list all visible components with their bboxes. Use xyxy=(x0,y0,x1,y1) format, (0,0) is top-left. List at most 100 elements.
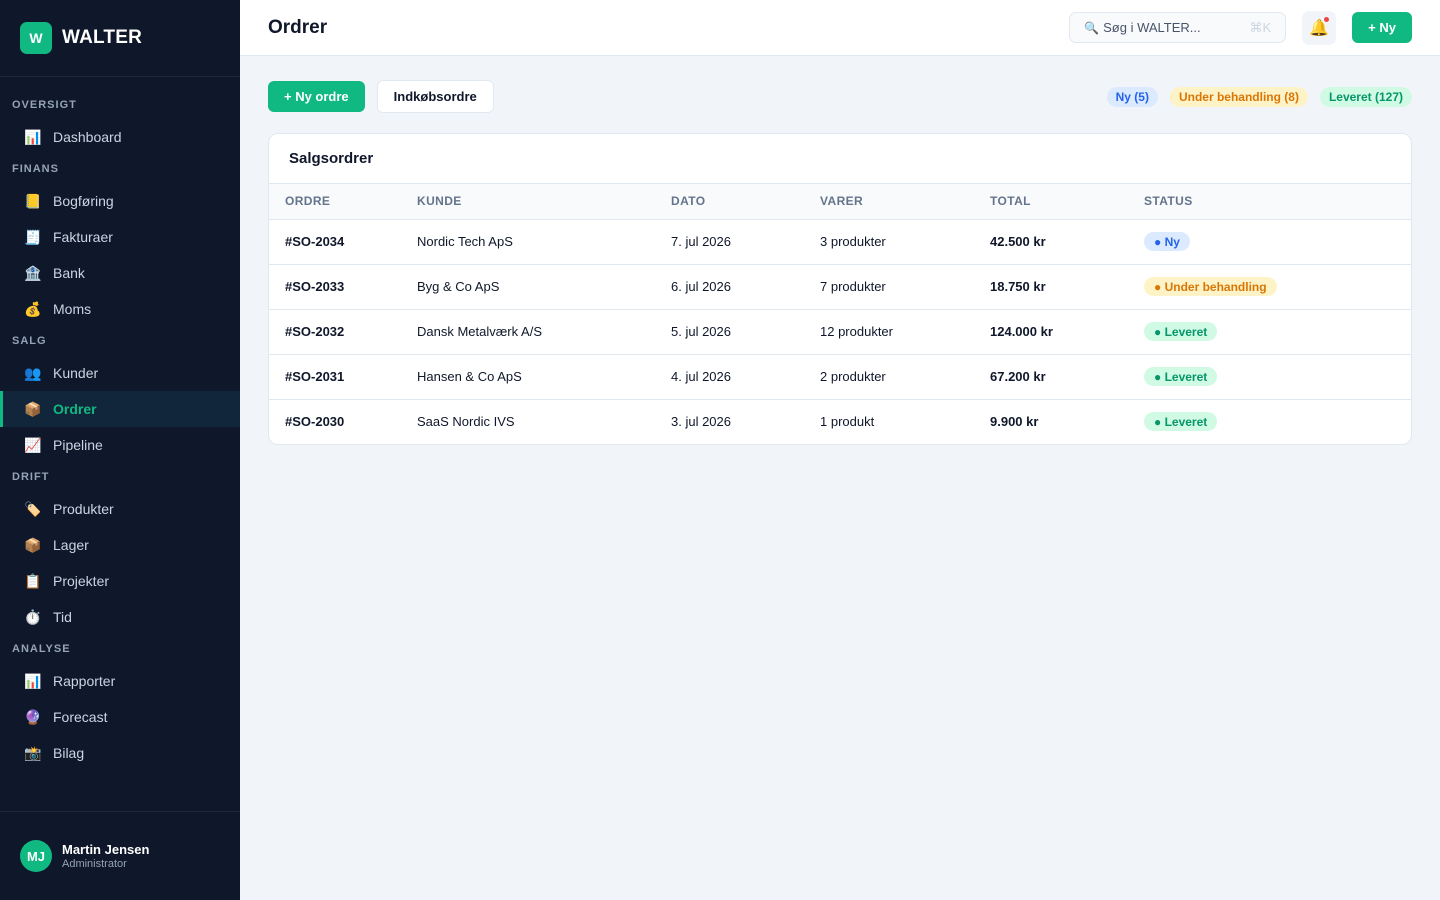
sidebar-item-pipeline[interactable]: 📈 Pipeline xyxy=(0,427,240,463)
package-icon: 📦 xyxy=(24,400,42,417)
filter-chip[interactable]: Ny (5) xyxy=(1106,86,1158,107)
sidebar-item-ordrer[interactable]: 📦 Ordrer xyxy=(0,391,240,427)
chart-icon: 📊 xyxy=(24,672,42,689)
topbar-actions: 🔍 Søg i WALTER... ⌘K 🔔 + Ny xyxy=(1069,10,1412,45)
order-total: 18.750 kr xyxy=(990,264,1144,310)
sidebar-item-bogføring[interactable]: 📒 Bogføring xyxy=(0,183,240,219)
crystal-ball-icon: 🔮 xyxy=(24,708,42,725)
order-total: 9.900 kr xyxy=(990,414,1039,430)
order-actions: + Ny ordre Indkøbsordre Ny (5) Under beha… xyxy=(268,80,1412,113)
purchase-orders-button[interactable]: Indkøbsordre xyxy=(376,80,494,113)
sidebar-item-forecast[interactable]: 🔮 Forecast xyxy=(0,699,240,735)
clipboard-icon: 📋 xyxy=(24,572,42,589)
filter-chip[interactable]: Under behandling (8) xyxy=(1169,86,1308,107)
filter-chip[interactable]: Leveret (127) xyxy=(1319,86,1412,107)
customer-name: Hansen & Co ApS xyxy=(417,354,671,400)
stopwatch-icon: ⏱️ xyxy=(24,608,42,625)
status-cell: ● Leveret xyxy=(1144,354,1411,400)
nav-section-label: ANALYSE xyxy=(12,643,71,655)
status-cell: ● Ny xyxy=(1144,219,1411,265)
new-order-button[interactable]: + Ny ordre xyxy=(268,81,365,112)
order-date: 6. jul 2026 xyxy=(671,264,820,310)
item-count: 1 produkt xyxy=(820,414,875,430)
sidebar-item-label: Lager xyxy=(53,537,89,553)
sidebar-item-lager[interactable]: 📦 Lager xyxy=(0,527,240,563)
nav-section-label: DRIFT xyxy=(12,471,50,483)
order-id: #SO-2032 xyxy=(269,309,417,355)
table-row[interactable]: #SO-2033 Byg & Co ApS 6. jul 2026 7 produkt… xyxy=(269,264,1411,310)
brand[interactable]: W WALTER xyxy=(0,0,240,77)
sidebar-item-moms[interactable]: 💰 Moms xyxy=(0,291,240,327)
order-date: 3. jul 2026 xyxy=(671,414,731,430)
item-count: 2 produkter xyxy=(820,354,990,400)
sidebar-item-label: Fakturaer xyxy=(53,229,113,245)
table-row[interactable]: #SO-2034 Nordic Tech ApS 7. jul 2026 3 prod… xyxy=(269,219,1411,265)
orders-table-body: #SO-2034 Nordic Tech ApS 7. jul 2026 3 prod… xyxy=(269,219,1411,444)
money-bag-icon: 💰 xyxy=(24,300,42,317)
customer-name: Nordic Tech ApS xyxy=(417,219,671,265)
customer-name: SaaS Nordic IVS xyxy=(417,414,515,430)
order-total: 67.200 kr xyxy=(990,354,1144,400)
chart-icon: 📊 xyxy=(24,128,42,145)
sidebar-item-produkter[interactable]: 🏷️ Produkter xyxy=(0,491,240,527)
notifications-button[interactable]: 🔔 xyxy=(1302,10,1337,45)
user-profile[interactable]: MJ Martin Jensen Administrator xyxy=(0,811,240,900)
order-id: #SO-2034 xyxy=(269,219,417,265)
item-count: 7 produkter xyxy=(820,264,990,310)
sidebar-item-bank[interactable]: 🏦 Bank xyxy=(0,255,240,291)
column-header-date[interactable]: DATO xyxy=(671,184,820,220)
column-header-order[interactable]: ORDRE xyxy=(269,184,417,220)
sidebar: W WALTER OVERSIGT 📊 Dashboard FINANS 📒 Bogfør… xyxy=(0,0,240,900)
avatar: MJ xyxy=(20,840,52,872)
sidebar-item-rapporter[interactable]: 📊 Rapporter xyxy=(0,663,240,699)
sidebar-item-bilag[interactable]: 📸 Bilag xyxy=(0,735,240,771)
search-icon: 🔍 xyxy=(1084,20,1100,35)
sidebar-item-dashboard[interactable]: 📊 Dashboard xyxy=(0,119,240,155)
sidebar-item-fakturaer[interactable]: 🧾 Fakturaer xyxy=(0,219,240,255)
app-logo: W xyxy=(20,22,52,54)
sidebar-item-kunder[interactable]: 👥 Kunder xyxy=(0,355,240,391)
column-header-items[interactable]: VARER xyxy=(820,184,990,220)
user-meta: Martin Jensen Administrator xyxy=(62,842,149,870)
nav-section-label: SALG xyxy=(12,335,47,347)
sales-orders-card: Salgsordrer ORDRE KUNDE DATO VARER TOTAL… xyxy=(268,133,1412,445)
receipt-icon: 🧾 xyxy=(24,228,42,245)
table-row[interactable]: #SO-2032 Dansk Metalværk A/S 5. jul 2026 12… xyxy=(269,309,1411,355)
sidebar-item-label: Tid xyxy=(53,609,72,625)
bank-icon: 🏦 xyxy=(24,264,42,281)
sidebar-nav: OVERSIGT 📊 Dashboard FINANS 📒 Bogføring 🧾 Faktu… xyxy=(0,77,240,771)
new-button[interactable]: + Ny xyxy=(1352,12,1412,43)
sidebar-item-tid[interactable]: ⏱️ Tid xyxy=(0,599,240,635)
status-cell: ● Leveret xyxy=(1144,399,1411,444)
orders-table: ORDRE KUNDE DATO VARER TOTAL STATUS #SO-… xyxy=(269,184,1411,444)
order-id: #SO-2033 xyxy=(269,264,417,310)
order-total: 42.500 kr xyxy=(990,219,1144,265)
table-header-row: ORDRE KUNDE DATO VARER TOTAL STATUS xyxy=(269,184,1411,220)
status-badge: ● Ny xyxy=(1144,232,1190,251)
user-name: Martin Jensen xyxy=(62,842,150,857)
camera-icon: 📸 xyxy=(24,744,42,761)
nav-section-label: OVERSIGT xyxy=(12,99,77,111)
search-placeholder: Søg i WALTER... xyxy=(1103,20,1201,35)
order-date: 5. jul 2026 xyxy=(671,309,820,355)
column-header-status[interactable]: STATUS xyxy=(1144,184,1411,220)
search-input[interactable]: 🔍 Søg i WALTER... ⌘K xyxy=(1069,12,1287,43)
sidebar-item-projekter[interactable]: 📋 Projekter xyxy=(0,563,240,599)
notification-dot xyxy=(1324,16,1330,22)
status-filters: Ny (5) Under behandling (8) Leveret (127) xyxy=(1095,86,1412,107)
sidebar-item-label: Dashboard xyxy=(53,129,122,145)
table-row[interactable]: #SO-2030 SaaS Nordic IVS 3. jul 2026 1 prod… xyxy=(269,399,1411,444)
sidebar-item-label: Produkter xyxy=(53,501,114,517)
ledger-icon: 📒 xyxy=(24,192,42,209)
column-header-customer[interactable]: KUNDE xyxy=(417,184,671,220)
table-row[interactable]: #SO-2031 Hansen & Co ApS 4. jul 2026 2 prod… xyxy=(269,354,1411,400)
status-badge: ● Leveret xyxy=(1144,367,1218,386)
sidebar-item-label: Forecast xyxy=(53,709,108,725)
card-title: Salgsordrer xyxy=(269,134,1411,184)
tag-icon: 🏷️ xyxy=(24,500,42,517)
main-content: + Ny ordre Indkøbsordre Ny (5) Under beha… xyxy=(268,80,1412,445)
order-id: #SO-2030 xyxy=(285,414,345,430)
order-date: 7. jul 2026 xyxy=(671,219,820,265)
column-header-total[interactable]: TOTAL xyxy=(990,184,1144,220)
people-icon: 👥 xyxy=(24,364,42,381)
